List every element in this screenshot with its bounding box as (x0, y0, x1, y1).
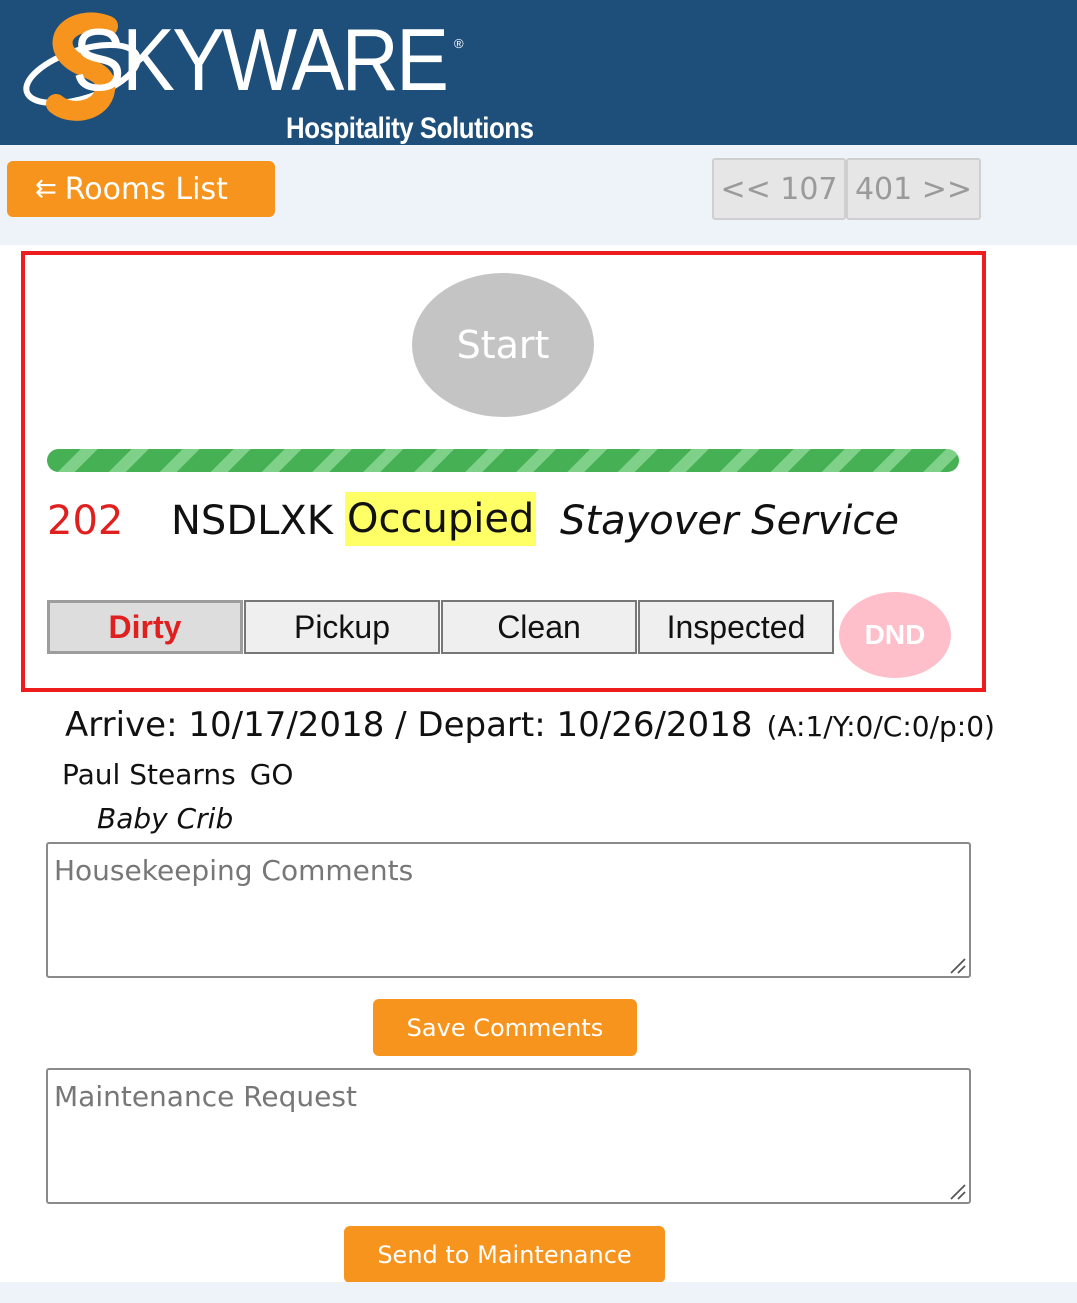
registered-mark: ® (454, 36, 464, 51)
status-clean-button[interactable]: Clean (441, 600, 637, 654)
special-request: Baby Crib (97, 802, 234, 835)
occupant-counts: (A:1/Y:0/C:0/p:0) (766, 710, 995, 743)
guest-line: Paul Stearns GO (62, 758, 293, 791)
room-info-line: 202 NSDLXK Occupied Stayover Service (47, 492, 967, 548)
room-number: 202 (47, 498, 124, 544)
previous-room-button[interactable]: << 107 (712, 158, 846, 220)
skyware-logo: SKYWARE ® Hospitality Solutions (20, 4, 580, 145)
status-dirty-button[interactable]: Dirty (47, 600, 243, 654)
room-detail: Start 202 NSDLXK Occupied Stayover Servi… (0, 245, 1077, 1283)
footer-bar (0, 1282, 1077, 1303)
app-header: SKYWARE ® Hospitality Solutions (0, 0, 1077, 145)
start-button[interactable]: Start (412, 273, 594, 417)
left-arrows-icon: ⇇ (35, 174, 57, 204)
occupancy-badge: Occupied (345, 492, 537, 546)
guest-code: GO (249, 758, 294, 791)
progress-bar (47, 449, 959, 472)
logo-subtitle: Hospitality Solutions (286, 112, 534, 145)
maintenance-request-input[interactable] (46, 1068, 971, 1204)
stay-dates: Arrive: 10/17/2018 / Depart: 10/26/2018 (… (65, 705, 995, 745)
status-inspected-button[interactable]: Inspected (638, 600, 834, 654)
send-to-maintenance-button[interactable]: Send to Maintenance (344, 1226, 665, 1283)
room-code: NSDLXK (171, 498, 334, 544)
rooms-list-button[interactable]: ⇇ Rooms List (7, 161, 275, 217)
guest-name: Paul Stearns (62, 758, 236, 791)
save-comments-button[interactable]: Save Comments (373, 999, 637, 1056)
top-toolbar: ⇇ Rooms List << 107 401 >> (0, 145, 1077, 245)
room-status-panel: Start 202 NSDLXK Occupied Stayover Servi… (21, 251, 986, 692)
service-type: Stayover Service (560, 498, 900, 544)
rooms-list-label: Rooms List (64, 171, 228, 207)
logo-wordmark: SKYWARE (72, 10, 449, 109)
status-pickup-button[interactable]: Pickup (244, 600, 440, 654)
resize-grip-icon[interactable] (947, 1181, 967, 1201)
housekeeping-comments-input[interactable] (46, 842, 971, 978)
arrive-depart-dates: Arrive: 10/17/2018 / Depart: 10/26/2018 (65, 705, 753, 745)
status-buttons: Dirty Pickup Clean Inspected DND (47, 592, 967, 678)
next-room-button[interactable]: 401 >> (846, 158, 981, 220)
dnd-button[interactable]: DND (839, 592, 951, 678)
resize-grip-icon[interactable] (947, 955, 967, 975)
